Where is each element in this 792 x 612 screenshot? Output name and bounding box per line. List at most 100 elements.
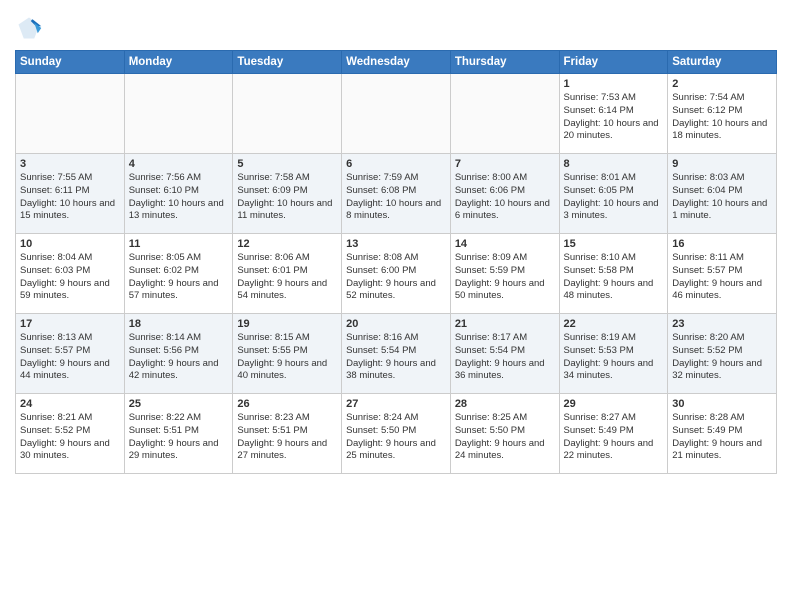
calendar-cell: 10Sunrise: 8:04 AMSunset: 6:03 PMDayligh… [16,234,125,314]
day-number: 3 [20,158,120,170]
calendar-cell: 23Sunrise: 8:20 AMSunset: 5:52 PMDayligh… [668,314,777,394]
cell-content: 22 Sunrise: 8:19 AMSunset: 5:53 PMDayligh… [564,318,664,383]
calendar-cell: 30 Sunrise: 8:28 AMSunset: 5:49 PMDayligh… [668,394,777,474]
calendar-cell [342,74,451,154]
calendar-cell: 28Sunrise: 8:25 AMSunset: 5:50 PMDayligh… [450,394,559,474]
cell-content: 16Sunrise: 8:11 AMSunset: 5:57 PMDayligh… [672,238,772,303]
cell-content: 2Sunrise: 7:54 AMSunset: 6:12 PMDaylight… [672,78,772,143]
day-number: 18 [129,318,229,330]
cell-content: 29Sunrise: 8:27 AMSunset: 5:49 PMDayligh… [564,398,664,463]
calendar-cell: 26 Sunrise: 8:23 AMSunset: 5:51 PMDayligh… [233,394,342,474]
cell-content: 27Sunrise: 8:24 AMSunset: 5:50 PMDayligh… [346,398,446,463]
cell-content: 21 Sunrise: 8:17 AMSunset: 5:54 PMDayligh… [455,318,555,383]
day-number: 30 [672,398,772,410]
cell-content: 13Sunrise: 8:08 AMSunset: 6:00 PMDayligh… [346,238,446,303]
calendar-cell: 6Sunrise: 7:59 AMSunset: 6:08 PMDaylight… [342,154,451,234]
calendar-cell: 16Sunrise: 8:11 AMSunset: 5:57 PMDayligh… [668,234,777,314]
calendar-cell: 18 Sunrise: 8:14 AMSunset: 5:56 PMDayligh… [124,314,233,394]
cell-info: Sunrise: 7:58 AMSunset: 6:09 PMDaylight:… [237,172,337,223]
cell-info: Sunrise: 8:15 AMSunset: 5:55 PMDaylight:… [237,332,337,383]
calendar-cell: 25 Sunrise: 8:22 AMSunset: 5:51 PMDayligh… [124,394,233,474]
page: SundayMondayTuesdayWednesdayThursdayFrid… [0,0,792,612]
cell-content: 30 Sunrise: 8:28 AMSunset: 5:49 PMDayligh… [672,398,772,463]
day-number: 9 [672,158,772,170]
cell-content: 9Sunrise: 8:03 AMSunset: 6:04 PMDaylight… [672,158,772,223]
cell-info: Sunrise: 8:13 AMSunset: 5:57 PMDaylight:… [20,332,120,383]
cell-content: 3Sunrise: 7:55 AMSunset: 6:11 PMDaylight… [20,158,120,223]
day-number: 11 [129,238,229,250]
cell-info: Sunrise: 8:22 AMSunset: 5:51 PMDaylight:… [129,412,229,463]
cell-info: Sunrise: 8:19 AMSunset: 5:53 PMDaylight:… [564,332,664,383]
cell-content: 1Sunrise: 7:53 AMSunset: 6:14 PMDaylight… [564,78,664,143]
cell-content: 25 Sunrise: 8:22 AMSunset: 5:51 PMDayligh… [129,398,229,463]
calendar-cell: 20 Sunrise: 8:16 AMSunset: 5:54 PMDayligh… [342,314,451,394]
day-number: 25 [129,398,229,410]
calendar-cell [16,74,125,154]
calendar-table: SundayMondayTuesdayWednesdayThursdayFrid… [15,50,777,474]
calendar-cell: 2Sunrise: 7:54 AMSunset: 6:12 PMDaylight… [668,74,777,154]
week-row-4: 17 Sunrise: 8:13 AMSunset: 5:57 PMDayligh… [16,314,777,394]
cell-info: Sunrise: 8:16 AMSunset: 5:54 PMDaylight:… [346,332,446,383]
cell-info: Sunrise: 8:17 AMSunset: 5:54 PMDaylight:… [455,332,555,383]
day-number: 29 [564,398,664,410]
day-number: 7 [455,158,555,170]
day-number: 23 [672,318,772,330]
calendar-cell: 13Sunrise: 8:08 AMSunset: 6:00 PMDayligh… [342,234,451,314]
calendar-cell: 1Sunrise: 7:53 AMSunset: 6:14 PMDaylight… [559,74,668,154]
week-row-5: 24Sunrise: 8:21 AMSunset: 5:52 PMDayligh… [16,394,777,474]
day-number: 4 [129,158,229,170]
day-header-sunday: Sunday [16,51,125,74]
day-number: 6 [346,158,446,170]
calendar-cell: 4 Sunrise: 7:56 AMSunset: 6:10 PMDaylight… [124,154,233,234]
day-number: 21 [455,318,555,330]
cell-info: Sunrise: 7:56 AMSunset: 6:10 PMDaylight:… [129,172,229,223]
cell-info: Sunrise: 8:05 AMSunset: 6:02 PMDaylight:… [129,252,229,303]
day-header-saturday: Saturday [668,51,777,74]
calendar-cell: 27Sunrise: 8:24 AMSunset: 5:50 PMDayligh… [342,394,451,474]
cell-content: 17 Sunrise: 8:13 AMSunset: 5:57 PMDayligh… [20,318,120,383]
day-header-thursday: Thursday [450,51,559,74]
calendar-cell: 24Sunrise: 8:21 AMSunset: 5:52 PMDayligh… [16,394,125,474]
cell-info: Sunrise: 8:06 AMSunset: 6:01 PMDaylight:… [237,252,337,303]
day-number: 17 [20,318,120,330]
cell-content: 19Sunrise: 8:15 AMSunset: 5:55 PMDayligh… [237,318,337,383]
cell-info: Sunrise: 8:25 AMSunset: 5:50 PMDaylight:… [455,412,555,463]
cell-info: Sunrise: 8:08 AMSunset: 6:00 PMDaylight:… [346,252,446,303]
cell-info: Sunrise: 8:23 AMSunset: 5:51 PMDaylight:… [237,412,337,463]
cell-info: Sunrise: 8:11 AMSunset: 5:57 PMDaylight:… [672,252,772,303]
cell-content: 14Sunrise: 8:09 AMSunset: 5:59 PMDayligh… [455,238,555,303]
day-number: 26 [237,398,337,410]
day-header-friday: Friday [559,51,668,74]
cell-info: Sunrise: 8:00 AMSunset: 6:06 PMDaylight:… [455,172,555,223]
cell-content: 26 Sunrise: 8:23 AMSunset: 5:51 PMDayligh… [237,398,337,463]
week-row-1: 1Sunrise: 7:53 AMSunset: 6:14 PMDaylight… [16,74,777,154]
cell-info: Sunrise: 8:14 AMSunset: 5:56 PMDaylight:… [129,332,229,383]
cell-content: 23Sunrise: 8:20 AMSunset: 5:52 PMDayligh… [672,318,772,383]
calendar-cell: 29Sunrise: 8:27 AMSunset: 5:49 PMDayligh… [559,394,668,474]
calendar-cell: 15Sunrise: 8:10 AMSunset: 5:58 PMDayligh… [559,234,668,314]
cell-content: 12Sunrise: 8:06 AMSunset: 6:01 PMDayligh… [237,238,337,303]
calendar-cell: 17 Sunrise: 8:13 AMSunset: 5:57 PMDayligh… [16,314,125,394]
cell-info: Sunrise: 8:28 AMSunset: 5:49 PMDaylight:… [672,412,772,463]
day-number: 20 [346,318,446,330]
week-row-2: 3Sunrise: 7:55 AMSunset: 6:11 PMDaylight… [16,154,777,234]
cell-info: Sunrise: 8:04 AMSunset: 6:03 PMDaylight:… [20,252,120,303]
day-header-monday: Monday [124,51,233,74]
logo-icon [15,14,43,42]
cell-content: 20 Sunrise: 8:16 AMSunset: 5:54 PMDayligh… [346,318,446,383]
calendar-cell: 9Sunrise: 8:03 AMSunset: 6:04 PMDaylight… [668,154,777,234]
day-number: 24 [20,398,120,410]
calendar-cell: 7 Sunrise: 8:00 AMSunset: 6:06 PMDaylight… [450,154,559,234]
calendar-cell: 12Sunrise: 8:06 AMSunset: 6:01 PMDayligh… [233,234,342,314]
calendar-cell [233,74,342,154]
cell-content: 15Sunrise: 8:10 AMSunset: 5:58 PMDayligh… [564,238,664,303]
cell-content: 11 Sunrise: 8:05 AMSunset: 6:02 PMDayligh… [129,238,229,303]
logo-area [15,14,47,42]
calendar-cell [450,74,559,154]
cell-info: Sunrise: 8:10 AMSunset: 5:58 PMDaylight:… [564,252,664,303]
cell-content: 8Sunrise: 8:01 AMSunset: 6:05 PMDaylight… [564,158,664,223]
cell-info: Sunrise: 7:53 AMSunset: 6:14 PMDaylight:… [564,92,664,143]
calendar-cell: 8Sunrise: 8:01 AMSunset: 6:05 PMDaylight… [559,154,668,234]
cell-content: 10Sunrise: 8:04 AMSunset: 6:03 PMDayligh… [20,238,120,303]
day-number: 22 [564,318,664,330]
